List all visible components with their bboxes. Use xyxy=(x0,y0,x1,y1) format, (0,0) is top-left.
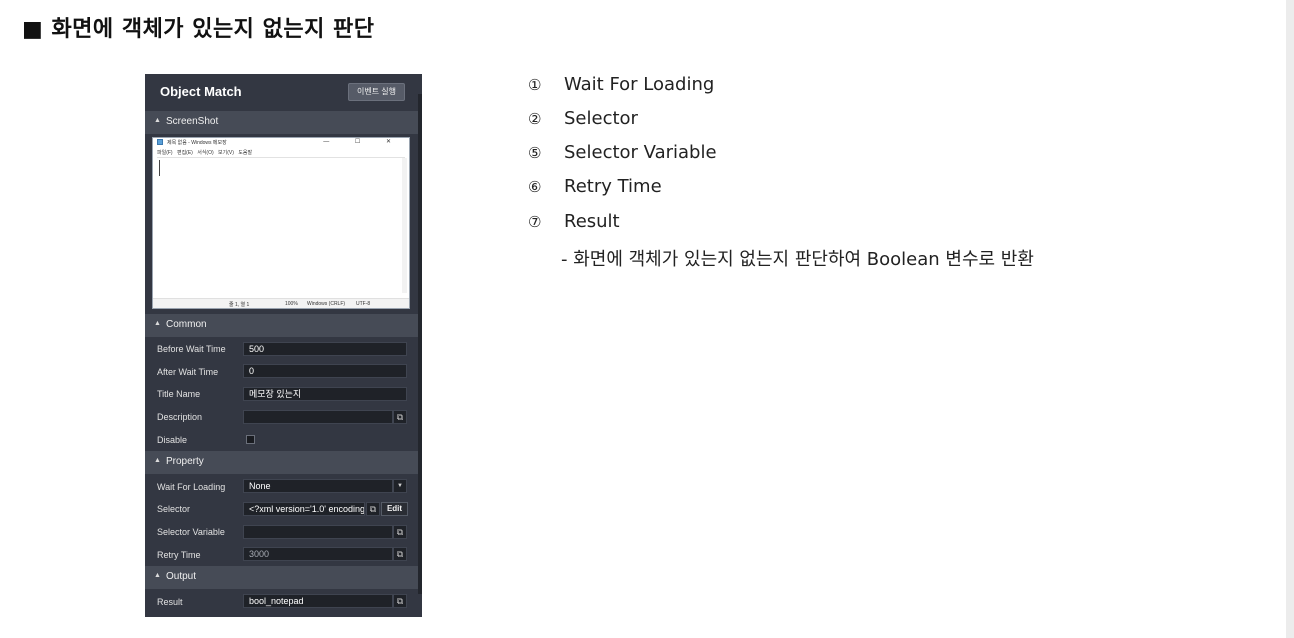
section-output-label: Output xyxy=(166,571,197,582)
open-external-icon[interactable]: ⧉ xyxy=(393,525,407,539)
status-zoom: 100% xyxy=(285,301,298,307)
description-input[interactable] xyxy=(243,410,393,424)
page-scrollbar[interactable] xyxy=(1286,0,1294,638)
result-input[interactable]: bool_notepad xyxy=(243,594,393,608)
description-label: Description xyxy=(157,412,203,422)
section-common[interactable]: ▲ Common xyxy=(145,314,418,337)
chevron-down-icon[interactable]: ▼ xyxy=(393,479,407,493)
legend-item: ⑥ Retry Time xyxy=(528,176,662,197)
legend-label: Result xyxy=(564,211,620,232)
section-property-label: Property xyxy=(166,456,204,467)
legend-number: ① xyxy=(528,76,542,94)
legend-number: ⑥ xyxy=(528,178,542,196)
window-controls-icon: — ☐ ✕ xyxy=(323,139,403,145)
page-title: ■ 화면에 객체가 있는지 없는지 판단 xyxy=(22,17,375,42)
caret-up-icon: ▲ xyxy=(154,457,161,464)
title-name-input[interactable]: 메모장 있는지 xyxy=(243,387,407,401)
legend-item: ⑦ Result xyxy=(528,211,620,232)
caret-up-icon: ▲ xyxy=(154,572,161,579)
disable-label: Disable xyxy=(157,435,188,445)
notepad-statusbar: 줄 1, 열 1 100% Windows (CRLF) UTF-8 xyxy=(153,298,409,308)
after-wait-time-label: After Wait Time xyxy=(157,367,219,377)
wait-for-loading-label: Wait For Loading xyxy=(157,482,226,492)
legend-item: ① Wait For Loading xyxy=(528,74,714,95)
notepad-scrollbar xyxy=(402,158,407,293)
legend-number: ② xyxy=(528,110,542,128)
screenshot-preview: 제목 없음 - Windows 메모장 — ☐ ✕ 파일(F) 편집(E) 서식… xyxy=(152,137,410,309)
legend-label: Retry Time xyxy=(564,176,662,197)
section-common-label: Common xyxy=(166,319,207,330)
open-external-icon[interactable]: ⧉ xyxy=(393,547,407,561)
open-external-icon[interactable]: ⧉ xyxy=(393,594,407,608)
status-encoding: UTF-8 xyxy=(356,301,371,307)
selector-input[interactable]: <?xml version='1.0' encoding xyxy=(243,502,365,516)
result-label: Result xyxy=(157,597,183,607)
notepad-titlebar: 제목 없음 - Windows 메모장 — ☐ ✕ xyxy=(153,138,409,147)
result-description: - 화면에 객체가 있는지 없는지 판단하여 Boolean 변수로 반환 xyxy=(561,249,1034,270)
caret-up-icon: ▲ xyxy=(154,320,161,327)
before-wait-time-input[interactable]: 500 xyxy=(243,342,407,356)
selector-variable-input[interactable] xyxy=(243,525,393,539)
wait-for-loading-select[interactable]: None xyxy=(243,479,393,493)
open-external-icon[interactable]: ⧉ xyxy=(366,502,380,516)
panel-scrollbar[interactable] xyxy=(418,94,422,594)
section-output[interactable]: ▲ Output xyxy=(145,566,418,589)
before-wait-time-label: Before Wait Time xyxy=(157,344,226,354)
disable-checkbox[interactable] xyxy=(246,435,255,444)
section-screenshot-label: ScreenShot xyxy=(166,116,219,127)
object-match-panel: Object Match 이벤트 실행 ▲ ScreenShot 제목 없음 -… xyxy=(145,74,422,617)
selector-variable-label: Selector Variable xyxy=(157,527,225,537)
panel-header: Object Match 이벤트 실행 xyxy=(145,74,422,110)
retry-time-input[interactable]: 3000 xyxy=(243,547,393,561)
notepad-edit-area xyxy=(157,157,405,298)
text-cursor xyxy=(159,160,160,176)
caret-up-icon: ▲ xyxy=(154,117,161,124)
status-position: 줄 1, 열 1 xyxy=(229,302,250,308)
selector-edit-button[interactable]: Edit xyxy=(381,502,408,516)
legend-label: Selector Variable xyxy=(564,142,717,163)
title-name-label: Title Name xyxy=(157,389,201,399)
legend-number: ⑤ xyxy=(528,144,542,162)
legend-label: Selector xyxy=(564,108,638,129)
open-external-icon[interactable]: ⧉ xyxy=(393,410,407,424)
run-event-button[interactable]: 이벤트 실행 xyxy=(348,83,405,101)
notepad-window-title: 제목 없음 - Windows 메모장 xyxy=(167,140,227,146)
after-wait-time-input[interactable]: 0 xyxy=(243,364,407,378)
notepad-icon xyxy=(157,139,163,145)
notepad-menu: 파일(F) 편집(E) 서식(O) 보기(V) 도움말 xyxy=(157,150,253,156)
status-eol: Windows (CRLF) xyxy=(307,301,346,307)
selector-label: Selector xyxy=(157,504,191,514)
legend-number: ⑦ xyxy=(528,213,542,231)
retry-time-label: Retry Time xyxy=(157,550,201,560)
section-property[interactable]: ▲ Property xyxy=(145,451,418,474)
legend-item: ⑤ Selector Variable xyxy=(528,142,717,163)
legend-item: ② Selector xyxy=(528,108,638,129)
section-screenshot[interactable]: ▲ ScreenShot xyxy=(145,111,418,134)
panel-title: Object Match xyxy=(160,84,242,99)
legend-label: Wait For Loading xyxy=(564,74,715,95)
